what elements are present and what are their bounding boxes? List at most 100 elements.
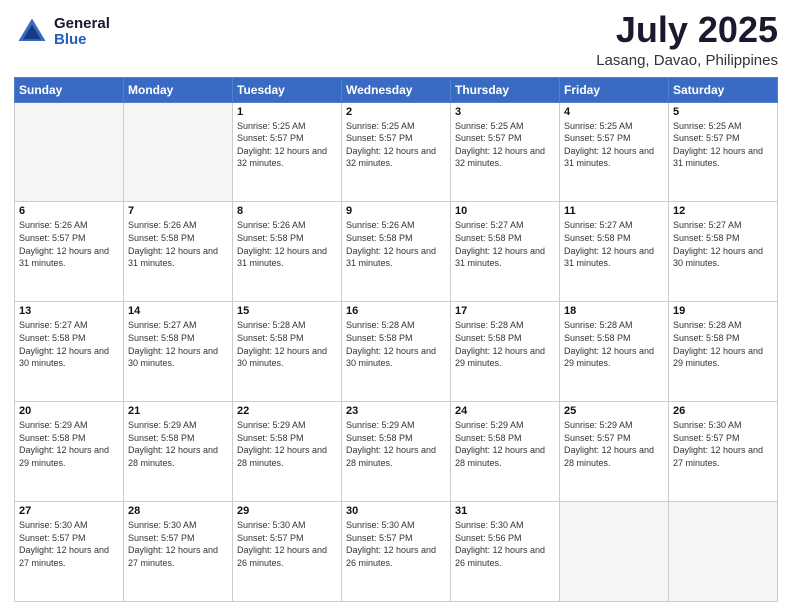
day-info: Sunrise: 5:27 AMSunset: 5:58 PMDaylight:… bbox=[19, 319, 119, 369]
calendar-cell: 24Sunrise: 5:29 AMSunset: 5:58 PMDayligh… bbox=[451, 402, 560, 502]
day-info: Sunrise: 5:30 AMSunset: 5:56 PMDaylight:… bbox=[455, 519, 555, 569]
day-number: 3 bbox=[455, 106, 555, 118]
col-sunday: Sunday bbox=[15, 77, 124, 102]
day-number: 1 bbox=[237, 106, 337, 118]
calendar-cell: 9Sunrise: 5:26 AMSunset: 5:58 PMDaylight… bbox=[342, 202, 451, 302]
calendar-cell: 21 Sunrise: 5:29 AMSunset: 5:58 PMDayligh… bbox=[124, 402, 233, 502]
day-info: Sunrise: 5:29 AMSunset: 5:58 PMDaylight:… bbox=[346, 419, 446, 469]
col-tuesday: Tuesday bbox=[233, 77, 342, 102]
day-number: 18 bbox=[564, 305, 664, 317]
calendar-cell bbox=[669, 502, 778, 602]
calendar-cell: 5Sunrise: 5:25 AMSunset: 5:57 PMDaylight… bbox=[669, 102, 778, 202]
page: General Blue July 2025 Lasang, Davao, Ph… bbox=[0, 0, 792, 612]
day-info: Sunrise: 5:27 AMSunset: 5:58 PMDaylight:… bbox=[673, 219, 773, 269]
day-number: 31 bbox=[455, 505, 555, 517]
calendar-cell: 16Sunrise: 5:28 AMSunset: 5:58 PMDayligh… bbox=[342, 302, 451, 402]
day-number: 20 bbox=[19, 405, 119, 417]
day-info: Sunrise: 5:25 AMSunset: 5:57 PMDaylight:… bbox=[673, 120, 773, 170]
day-number: 4 bbox=[564, 106, 664, 118]
day-number: 12 bbox=[673, 205, 773, 217]
calendar-cell: 14 Sunrise: 5:27 AMSunset: 5:58 PMDayligh… bbox=[124, 302, 233, 402]
day-info: Sunrise: 5:26 AMSunset: 5:58 PMDaylight:… bbox=[128, 219, 228, 269]
day-info: Sunrise: 5:29 AMSunset: 5:58 PMDaylight:… bbox=[455, 419, 555, 469]
day-info: Sunrise: 5:27 AMSunset: 5:58 PMDaylight:… bbox=[455, 219, 555, 269]
week-row-4: 20 Sunrise: 5:29 AMSunset: 5:58 PMDayligh… bbox=[15, 402, 778, 502]
calendar-cell: 3 Sunrise: 5:25 AMSunset: 5:57 PMDaylight… bbox=[451, 102, 560, 202]
calendar-header-row: Sunday Monday Tuesday Wednesday Thursday… bbox=[15, 77, 778, 102]
calendar-cell: 25 Sunrise: 5:29 AMSunset: 5:57 PMDayligh… bbox=[560, 402, 669, 502]
day-info: Sunrise: 5:30 AMSunset: 5:57 PMDaylight:… bbox=[237, 519, 337, 569]
calendar-cell: 12 Sunrise: 5:27 AMSunset: 5:58 PMDayligh… bbox=[669, 202, 778, 302]
calendar-cell: 28Sunrise: 5:30 AMSunset: 5:57 PMDayligh… bbox=[124, 502, 233, 602]
day-number: 14 bbox=[128, 305, 228, 317]
day-info: Sunrise: 5:25 AMSunset: 5:57 PMDaylight:… bbox=[346, 120, 446, 170]
week-row-5: 27Sunrise: 5:30 AMSunset: 5:57 PMDayligh… bbox=[15, 502, 778, 602]
day-info: Sunrise: 5:29 AMSunset: 5:58 PMDaylight:… bbox=[128, 419, 228, 469]
day-number: 2 bbox=[346, 106, 446, 118]
calendar-cell bbox=[124, 102, 233, 202]
day-number: 19 bbox=[673, 305, 773, 317]
day-number: 11 bbox=[564, 205, 664, 217]
day-number: 29 bbox=[237, 505, 337, 517]
calendar-cell: 17Sunrise: 5:28 AMSunset: 5:58 PMDayligh… bbox=[451, 302, 560, 402]
day-info: Sunrise: 5:29 AMSunset: 5:57 PMDaylight:… bbox=[564, 419, 664, 469]
calendar-cell: 22 Sunrise: 5:29 AMSunset: 5:58 PMDayligh… bbox=[233, 402, 342, 502]
day-number: 26 bbox=[673, 405, 773, 417]
day-number: 10 bbox=[455, 205, 555, 217]
day-info: Sunrise: 5:25 AMSunset: 5:57 PMDaylight:… bbox=[455, 120, 555, 170]
calendar-cell: 8Sunrise: 5:26 AMSunset: 5:58 PMDaylight… bbox=[233, 202, 342, 302]
calendar-cell: 23 Sunrise: 5:29 AMSunset: 5:58 PMDayligh… bbox=[342, 402, 451, 502]
col-monday: Monday bbox=[124, 77, 233, 102]
calendar-cell: 7 Sunrise: 5:26 AMSunset: 5:58 PMDaylight… bbox=[124, 202, 233, 302]
calendar-cell: 30 Sunrise: 5:30 AMSunset: 5:57 PMDayligh… bbox=[342, 502, 451, 602]
day-info: Sunrise: 5:29 AMSunset: 5:58 PMDaylight:… bbox=[237, 419, 337, 469]
day-info: Sunrise: 5:25 AMSunset: 5:57 PMDaylight:… bbox=[237, 120, 337, 170]
day-number: 7 bbox=[128, 205, 228, 217]
calendar-cell: 26 Sunrise: 5:30 AMSunset: 5:57 PMDayligh… bbox=[669, 402, 778, 502]
logo-blue: Blue bbox=[54, 32, 110, 49]
day-info: Sunrise: 5:27 AMSunset: 5:58 PMDaylight:… bbox=[128, 319, 228, 369]
day-info: Sunrise: 5:27 AMSunset: 5:58 PMDaylight:… bbox=[564, 219, 664, 269]
calendar-cell: 27Sunrise: 5:30 AMSunset: 5:57 PMDayligh… bbox=[15, 502, 124, 602]
day-info: Sunrise: 5:26 AMSunset: 5:57 PMDaylight:… bbox=[19, 219, 119, 269]
day-number: 30 bbox=[346, 505, 446, 517]
day-info: Sunrise: 5:28 AMSunset: 5:58 PMDaylight:… bbox=[346, 319, 446, 369]
calendar-cell: 29 Sunrise: 5:30 AMSunset: 5:57 PMDayligh… bbox=[233, 502, 342, 602]
col-wednesday: Wednesday bbox=[342, 77, 451, 102]
col-friday: Friday bbox=[560, 77, 669, 102]
day-info: Sunrise: 5:28 AMSunset: 5:58 PMDaylight:… bbox=[673, 319, 773, 369]
week-row-3: 13 Sunrise: 5:27 AMSunset: 5:58 PMDayligh… bbox=[15, 302, 778, 402]
day-info: Sunrise: 5:30 AMSunset: 5:57 PMDaylight:… bbox=[128, 519, 228, 569]
calendar-cell: 1 Sunrise: 5:25 AMSunset: 5:57 PMDaylight… bbox=[233, 102, 342, 202]
day-info: Sunrise: 5:28 AMSunset: 5:58 PMDaylight:… bbox=[237, 319, 337, 369]
day-info: Sunrise: 5:30 AMSunset: 5:57 PMDaylight:… bbox=[346, 519, 446, 569]
calendar-cell: 4Sunrise: 5:25 AMSunset: 5:57 PMDaylight… bbox=[560, 102, 669, 202]
day-number: 22 bbox=[237, 405, 337, 417]
day-number: 21 bbox=[128, 405, 228, 417]
calendar-cell: 13 Sunrise: 5:27 AMSunset: 5:58 PMDayligh… bbox=[15, 302, 124, 402]
main-title: July 2025 bbox=[596, 10, 778, 50]
day-info: Sunrise: 5:29 AMSunset: 5:58 PMDaylight:… bbox=[19, 419, 119, 469]
logo: General Blue bbox=[14, 14, 110, 50]
day-number: 15 bbox=[237, 305, 337, 317]
calendar-cell bbox=[15, 102, 124, 202]
logo-general: General bbox=[54, 16, 110, 33]
day-info: Sunrise: 5:30 AMSunset: 5:57 PMDaylight:… bbox=[19, 519, 119, 569]
day-number: 8 bbox=[237, 205, 337, 217]
day-number: 25 bbox=[564, 405, 664, 417]
title-block: July 2025 Lasang, Davao, Philippines bbox=[596, 10, 778, 69]
subtitle: Lasang, Davao, Philippines bbox=[596, 52, 778, 69]
col-saturday: Saturday bbox=[669, 77, 778, 102]
day-number: 23 bbox=[346, 405, 446, 417]
day-info: Sunrise: 5:30 AMSunset: 5:57 PMDaylight:… bbox=[673, 419, 773, 469]
day-number: 6 bbox=[19, 205, 119, 217]
calendar-cell: 11 Sunrise: 5:27 AMSunset: 5:58 PMDayligh… bbox=[560, 202, 669, 302]
calendar-table: Sunday Monday Tuesday Wednesday Thursday… bbox=[14, 77, 778, 602]
week-row-2: 6 Sunrise: 5:26 AMSunset: 5:57 PMDaylight… bbox=[15, 202, 778, 302]
week-row-1: 1 Sunrise: 5:25 AMSunset: 5:57 PMDaylight… bbox=[15, 102, 778, 202]
day-number: 13 bbox=[19, 305, 119, 317]
calendar-cell: 31 Sunrise: 5:30 AMSunset: 5:56 PMDayligh… bbox=[451, 502, 560, 602]
day-number: 9 bbox=[346, 205, 446, 217]
col-thursday: Thursday bbox=[451, 77, 560, 102]
calendar-cell: 6 Sunrise: 5:26 AMSunset: 5:57 PMDaylight… bbox=[15, 202, 124, 302]
